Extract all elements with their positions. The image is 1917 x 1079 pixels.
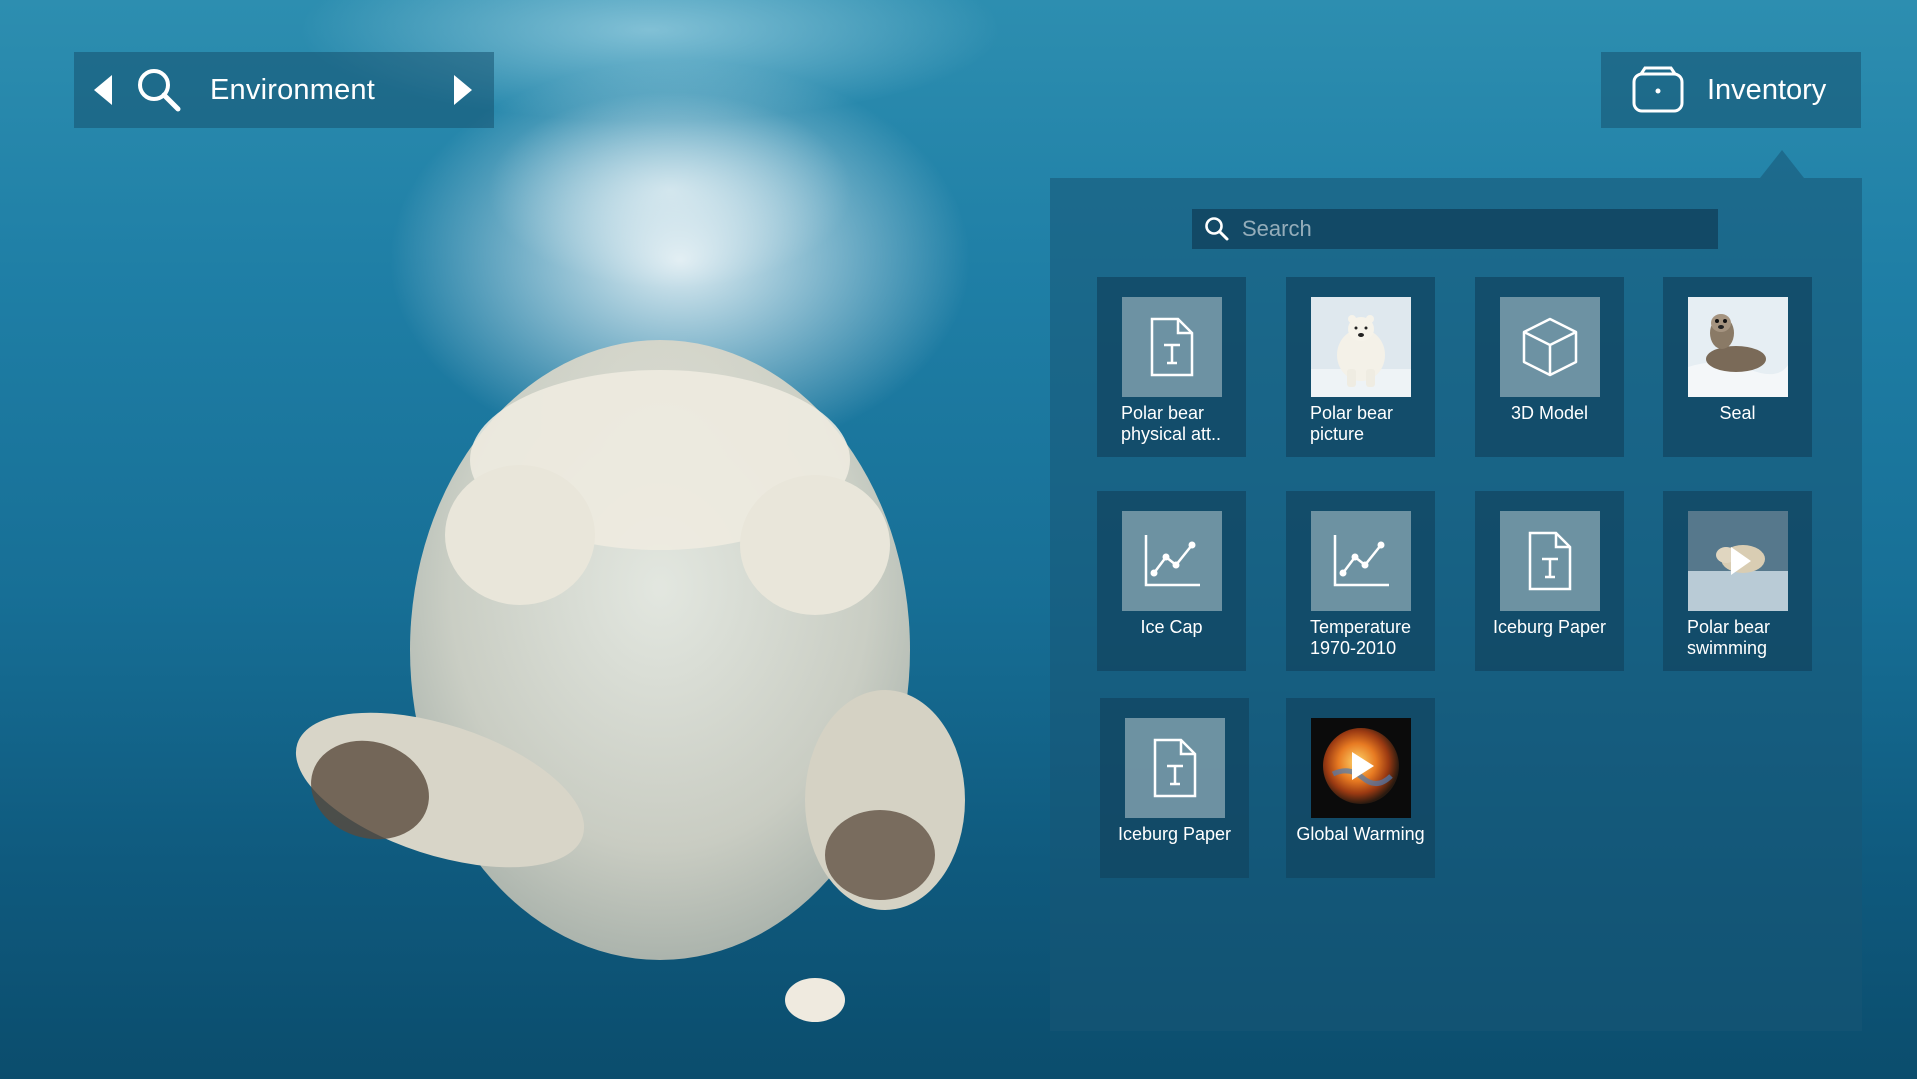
- inventory-panel: Polar bear physical att.. Polar bear pic…: [1050, 178, 1862, 1031]
- inventory-item-temperature[interactable]: Temperature 1970-2010: [1286, 491, 1435, 671]
- inventory-item-polar-bear-physical[interactable]: Polar bear physical att..: [1097, 277, 1246, 457]
- thumbnail: [1500, 511, 1600, 611]
- inventory-item-polar-bear-swimming[interactable]: Polar bear swimming: [1663, 491, 1812, 671]
- thumbnail: [1122, 511, 1222, 611]
- thumbnail: [1688, 511, 1788, 611]
- item-label: Polar bear swimming: [1687, 617, 1771, 658]
- inventory-item-iceburg-paper-2[interactable]: Iceburg Paper: [1100, 698, 1249, 878]
- text-document-icon: [1528, 531, 1572, 591]
- inventory-item-3d-model[interactable]: 3D Model: [1475, 277, 1624, 457]
- search-input[interactable]: [1240, 215, 1704, 243]
- item-label: Iceburg Paper: [1492, 617, 1607, 637]
- thumbnail: [1122, 297, 1222, 397]
- line-chart-icon: [1333, 535, 1389, 587]
- item-label: Seal: [1719, 403, 1756, 423]
- text-document-icon: [1150, 317, 1194, 377]
- item-label: Global Warming: [1296, 824, 1425, 844]
- thumbnail: [1311, 297, 1411, 397]
- inventory-item-global-warming[interactable]: Global Warming: [1286, 698, 1435, 878]
- environment-title: Environment: [210, 73, 375, 106]
- polar-bear-photo: [1311, 297, 1411, 397]
- inventory-item-iceburg-paper[interactable]: Iceburg Paper: [1475, 491, 1624, 671]
- next-arrow-icon[interactable]: [454, 75, 472, 105]
- thumbnail: [1125, 718, 1225, 818]
- search-bar: [1192, 209, 1718, 249]
- item-label: Polar bear picture: [1310, 403, 1394, 444]
- inventory-item-polar-bear-picture[interactable]: Polar bear picture: [1286, 277, 1435, 457]
- inventory-item-ice-cap[interactable]: Ice Cap: [1097, 491, 1246, 671]
- magnifier-icon[interactable]: [134, 65, 184, 115]
- previous-arrow-icon[interactable]: [94, 75, 112, 105]
- item-label: Iceburg Paper: [1117, 824, 1232, 844]
- inventory-label: Inventory: [1707, 73, 1827, 106]
- item-label: Ice Cap: [1140, 617, 1203, 637]
- item-label: Temperature 1970-2010: [1310, 617, 1412, 658]
- thumbnail: [1311, 511, 1411, 611]
- panel-caret: [1760, 150, 1804, 178]
- item-label: Polar bear physical att..: [1121, 403, 1222, 444]
- item-label: 3D Model: [1510, 403, 1589, 423]
- inventory-button[interactable]: Inventory: [1601, 52, 1861, 128]
- environment-navigator: Environment: [74, 52, 494, 128]
- video-play-icon: [1311, 718, 1411, 818]
- video-play-icon: [1688, 511, 1788, 611]
- inventory-box-icon: [1632, 66, 1684, 113]
- thumbnail: [1500, 297, 1600, 397]
- inventory-item-seal[interactable]: Seal: [1663, 277, 1812, 457]
- thumbnail: [1688, 297, 1788, 397]
- thumbnail: [1311, 718, 1411, 818]
- line-chart-icon: [1144, 535, 1200, 587]
- search-icon: [1205, 217, 1229, 241]
- seal-photo: [1688, 297, 1788, 397]
- text-document-icon: [1153, 738, 1197, 798]
- cube-icon: [1522, 317, 1578, 377]
